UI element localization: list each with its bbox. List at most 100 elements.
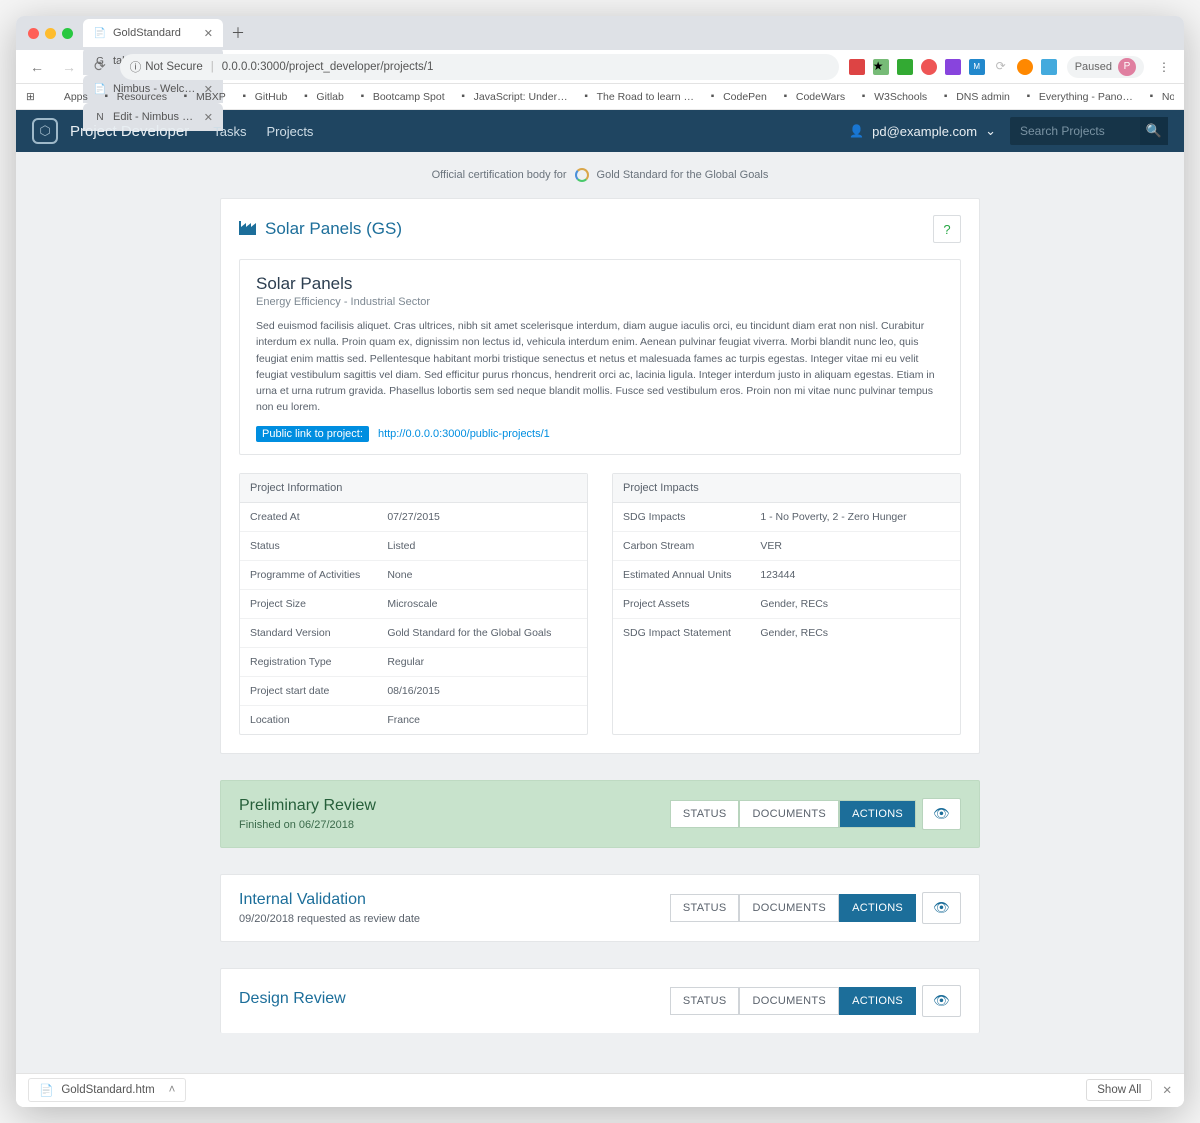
download-bar: 📄 GoldStandard.htm ˄ Show All ✕ — [16, 1073, 1184, 1107]
bookmark-label: GitHub — [255, 91, 288, 103]
app-logo[interactable]: ⬡ — [32, 118, 58, 144]
new-tab-button[interactable]: ＋ — [223, 23, 253, 43]
help-icon: ? — [943, 222, 950, 237]
review-card: Preliminary Review Finished on 06/27/201… — [220, 780, 980, 848]
extension-icon[interactable] — [849, 59, 865, 75]
table-row: Created At 07/27/2015 — [240, 503, 587, 532]
table-row: Project Assets Gender, RECs — [613, 590, 960, 619]
review-title: Preliminary Review — [239, 797, 376, 815]
table-row: Project Size Microscale — [240, 590, 587, 619]
tab-favicon: 📄 — [93, 26, 107, 40]
forward-button[interactable]: → — [58, 59, 80, 75]
gold-standard-logo-icon — [575, 168, 589, 182]
view-button[interactable]: 👁 — [922, 892, 961, 924]
bookmark-item[interactable]: ▪Bootcamp Spot — [356, 90, 445, 103]
browser-tab[interactable]: 📄 GoldStandard ✕ — [83, 19, 223, 47]
table-row: Status Listed — [240, 532, 587, 561]
browser-menu-button[interactable]: ⋮ — [1154, 60, 1174, 74]
bookmark-item[interactable]: ▪W3Schools — [857, 90, 927, 103]
extension-icon[interactable] — [921, 59, 937, 75]
bookmark-item[interactable]: ▪Novice 1 Half Mar… — [1145, 90, 1174, 103]
row-value: Gender, RECs — [760, 627, 950, 639]
project-header-title: Solar Panels (GS) — [265, 219, 402, 239]
search-button[interactable]: 🔍 — [1140, 117, 1168, 145]
bookmark-item[interactable]: ▪Everything - Pano… — [1022, 90, 1133, 103]
bookmark-icon: ▪ — [706, 90, 719, 103]
close-download-bar-button[interactable]: ✕ — [1162, 1083, 1172, 1097]
bookmark-item[interactable]: ▪DNS admin — [939, 90, 1010, 103]
chevron-up-icon: ˄ — [169, 1084, 176, 1096]
row-key: SDG Impact Statement — [623, 627, 760, 639]
documents-button[interactable]: DOCUMENTS — [739, 894, 839, 922]
extension-icon[interactable] — [897, 59, 913, 75]
status-button[interactable]: STATUS — [670, 894, 740, 922]
bookmark-item[interactable]: ▪MBXP — [179, 90, 226, 103]
actions-button[interactable]: ACTIONS — [839, 987, 916, 1015]
actions-button[interactable]: ACTIONS — [839, 894, 916, 922]
bookmark-icon: ▪ — [857, 90, 870, 103]
row-key: Standard Version — [250, 627, 387, 639]
extension-icon[interactable] — [945, 59, 961, 75]
bookmark-item[interactable]: ▪GitHub — [238, 90, 288, 103]
bookmark-item[interactable]: ▪JavaScript: Under… — [457, 90, 568, 103]
extension-icon[interactable]: ★ — [873, 59, 889, 75]
documents-button[interactable]: DOCUMENTS — [739, 987, 839, 1015]
tab-title: GoldStandard — [113, 27, 198, 39]
row-key: Programme of Activities — [250, 569, 387, 581]
minimize-window-icon[interactable] — [45, 28, 56, 39]
help-button[interactable]: ? — [933, 215, 961, 243]
project-description: Sed euismod facilisis aliquet. Cras ultr… — [256, 318, 944, 416]
security-indicator[interactable]: ⓘ Not Secure — [130, 59, 203, 75]
bookmark-label: Gitlab — [316, 91, 343, 103]
row-key: Created At — [250, 511, 387, 523]
back-button[interactable]: ← — [26, 59, 48, 75]
extensions-row: ★ M ⟳ — [849, 59, 1057, 75]
review-title: Internal Validation — [239, 891, 420, 909]
file-icon: 📄 — [39, 1083, 53, 1097]
search-input[interactable] — [1010, 124, 1140, 138]
review-subtitle: Finished on 06/27/2018 — [239, 819, 376, 831]
user-email: pd@example.com — [872, 124, 977, 139]
view-button[interactable]: 👁 — [922, 798, 961, 830]
bookmark-item[interactable]: ▪Resources — [100, 90, 167, 103]
extension-icon[interactable]: ⟳ — [993, 59, 1009, 75]
row-value: Microscale — [387, 598, 577, 610]
tab-close-icon[interactable]: ✕ — [204, 111, 213, 124]
eye-icon: 👁 — [933, 993, 950, 1008]
status-button[interactable]: STATUS — [670, 800, 740, 828]
row-value: None — [387, 569, 577, 581]
nav-projects[interactable]: Projects — [266, 124, 313, 139]
show-all-downloads-button[interactable]: Show All — [1086, 1079, 1152, 1101]
bookmark-item[interactable]: ▪The Road to learn … — [580, 90, 694, 103]
bookmark-item[interactable]: ▪Gitlab — [299, 90, 343, 103]
maximize-window-icon[interactable] — [62, 28, 73, 39]
profile-paused[interactable]: Paused P — [1067, 56, 1144, 78]
extension-icon[interactable]: M — [969, 59, 985, 75]
row-value: 07/27/2015 — [387, 511, 577, 523]
table-row: Programme of Activities None — [240, 561, 587, 590]
project-description-box: Solar Panels Energy Efficiency - Industr… — [239, 259, 961, 455]
close-window-icon[interactable] — [28, 28, 39, 39]
bookmark-label: Apps — [64, 91, 88, 103]
documents-button[interactable]: DOCUMENTS — [739, 800, 839, 828]
user-menu[interactable]: 👤 pd@example.com ⌄ — [849, 123, 996, 139]
address-field[interactable]: ⓘ Not Secure | 0.0.0.0:3000/project_deve… — [120, 54, 839, 80]
view-button[interactable]: 👁 — [922, 985, 961, 1017]
extension-icon[interactable] — [1017, 59, 1033, 75]
extension-icon[interactable] — [1041, 59, 1057, 75]
public-link-url[interactable]: http://0.0.0.0:3000/public-projects/1 — [378, 428, 550, 440]
apps-icon[interactable]: ⊞ — [26, 91, 35, 103]
nav-tasks[interactable]: Tasks — [213, 124, 246, 139]
status-button[interactable]: STATUS — [670, 987, 740, 1015]
reload-button[interactable]: ⟳ — [90, 58, 110, 75]
eye-icon: 👁 — [933, 900, 950, 915]
bookmark-item[interactable]: ▪CodeWars — [779, 90, 845, 103]
download-item[interactable]: 📄 GoldStandard.htm ˄ — [28, 1078, 186, 1102]
tab-close-icon[interactable]: ✕ — [204, 27, 213, 40]
app-brand: Project Developer — [70, 123, 189, 140]
actions-button[interactable]: ACTIONS — [839, 800, 916, 828]
bookmark-item[interactable]: Apps — [47, 90, 88, 103]
bookmark-icon: ▪ — [939, 90, 952, 103]
tab-title: Edit - Nimbus Screensh — [113, 111, 198, 123]
bookmark-item[interactable]: ▪CodePen — [706, 90, 767, 103]
